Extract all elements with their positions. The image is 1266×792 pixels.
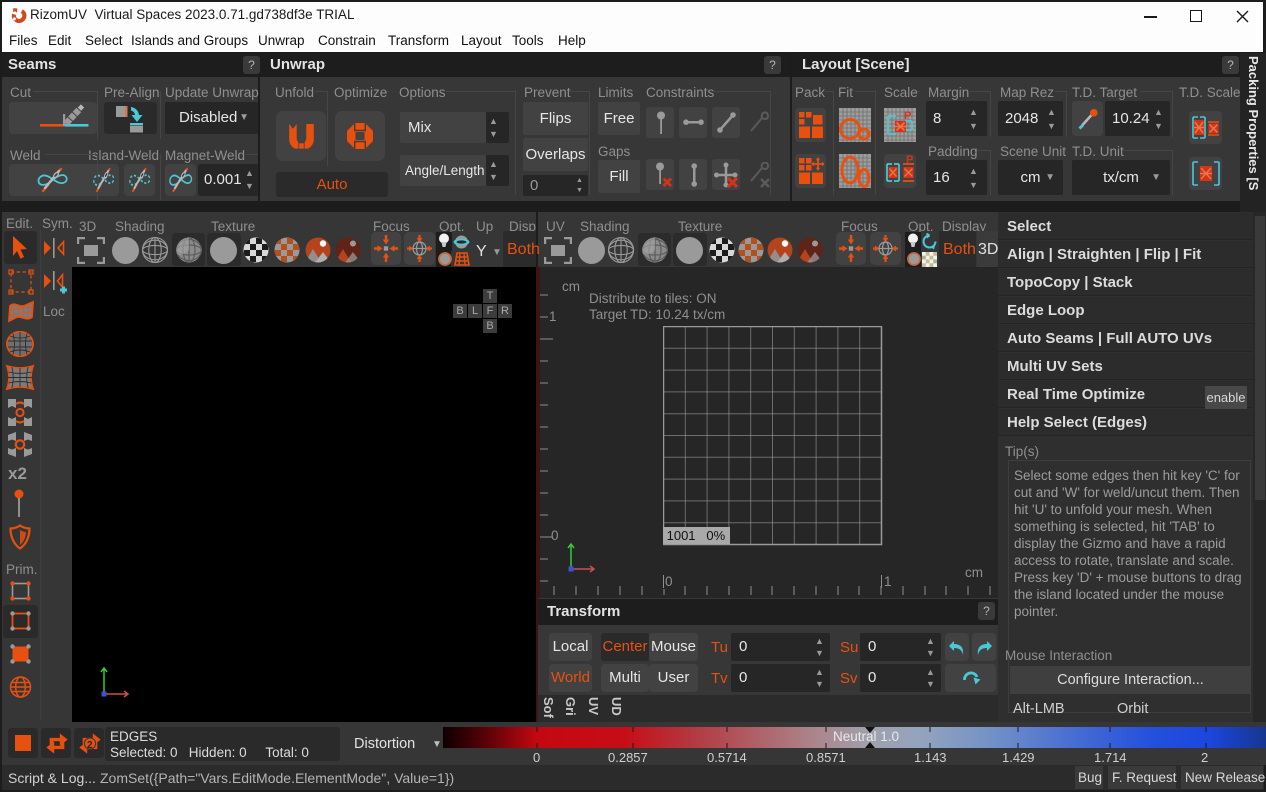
svg-text:P: P: [904, 110, 911, 122]
svg-text:2: 2: [87, 740, 93, 751]
svg-text:P: P: [906, 154, 913, 166]
